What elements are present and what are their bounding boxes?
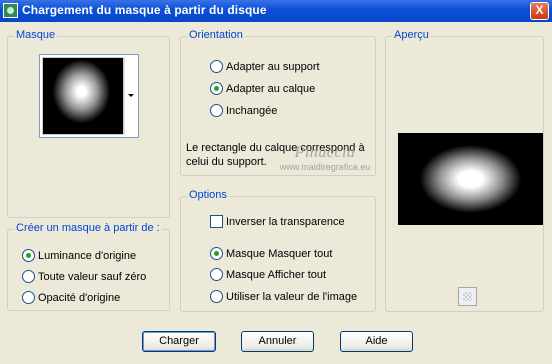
orientation-group-label: Orientation bbox=[187, 29, 245, 41]
close-button[interactable]: X bbox=[530, 2, 549, 20]
preview-group-label: Aperçu bbox=[392, 29, 431, 41]
radio-button[interactable] bbox=[210, 60, 223, 73]
options-group-label: Options bbox=[187, 189, 229, 201]
create-mask-group-label: Créer un masque à partir de : bbox=[14, 222, 162, 234]
radio-label: Masque Masquer tout bbox=[226, 248, 333, 260]
close-icon: X bbox=[535, 3, 544, 17]
radio-button[interactable] bbox=[210, 268, 223, 281]
radio-label: Adapter au calque bbox=[226, 83, 316, 95]
watermark: Pinuccia www.maidiregrafica.eu bbox=[255, 144, 395, 172]
mask-group-label: Masque bbox=[14, 29, 58, 41]
radio-button[interactable] bbox=[210, 290, 223, 303]
checkbox-label: Inverser la transparence bbox=[226, 216, 345, 228]
radio-label: Adapter au support bbox=[226, 61, 320, 73]
checkbox[interactable] bbox=[210, 215, 223, 228]
radio-label: Masque Afficher tout bbox=[226, 269, 327, 281]
radio-button[interactable] bbox=[210, 104, 223, 117]
mask-thumbnail bbox=[42, 57, 124, 135]
cancel-button[interactable]: Annuler bbox=[241, 331, 314, 352]
app-icon bbox=[3, 3, 18, 18]
radio-label: Utiliser la valeur de l'image bbox=[226, 291, 358, 303]
dropdown-arrow-icon[interactable] bbox=[124, 57, 137, 135]
radio-button[interactable] bbox=[210, 247, 223, 260]
watermark-brand: Pinuccia bbox=[294, 144, 356, 161]
window-title: Chargement du masque à partir du disque bbox=[22, 3, 267, 17]
radio-label: Inchangée bbox=[226, 105, 278, 117]
radio-button[interactable] bbox=[22, 270, 35, 283]
load-button[interactable]: Charger bbox=[142, 331, 216, 352]
watermark-url: www.maidiregrafica.eu bbox=[279, 162, 371, 172]
radio-label: Toute valeur sauf zéro bbox=[38, 271, 147, 283]
preview-image bbox=[398, 133, 543, 225]
radio-button[interactable] bbox=[210, 82, 223, 95]
title-bar: Chargement du masque à partir du disque … bbox=[0, 0, 552, 22]
preview-toggle-icon[interactable] bbox=[458, 287, 477, 306]
radio-button[interactable] bbox=[22, 291, 35, 304]
help-button[interactable]: Aide bbox=[340, 331, 413, 352]
radio-label: Luminance d'origine bbox=[38, 250, 137, 262]
radio-label: Opacité d'origine bbox=[38, 292, 121, 304]
radio-button[interactable] bbox=[22, 249, 35, 262]
mask-picker[interactable] bbox=[39, 54, 139, 138]
